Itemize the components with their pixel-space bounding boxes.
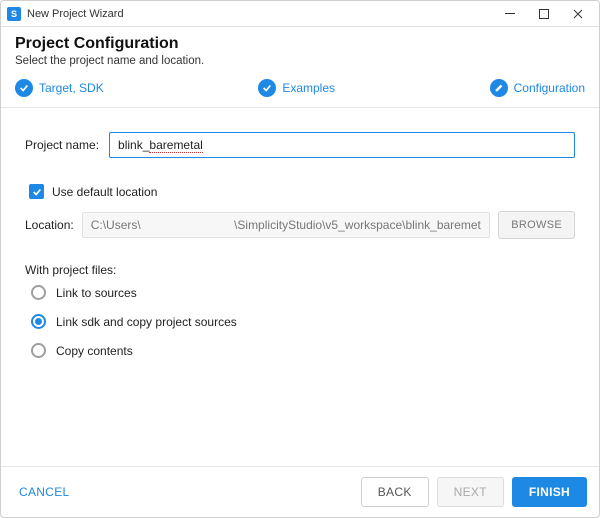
radio-label: Link sdk and copy project sources xyxy=(56,315,237,329)
radio-copy-contents[interactable]: Copy contents xyxy=(31,343,575,358)
step-label: Configuration xyxy=(514,81,585,95)
step-label: Examples xyxy=(282,81,335,95)
project-name-value-suffix: baremetal xyxy=(149,138,202,153)
check-circle-icon xyxy=(258,79,276,97)
project-name-row: Project name: blink_baremetal xyxy=(25,132,575,158)
radio-link-sdk-copy-sources[interactable]: Link sdk and copy project sources xyxy=(31,314,575,329)
step-target-sdk[interactable]: Target, SDK xyxy=(15,79,104,97)
page-title: Project Configuration xyxy=(15,35,585,53)
window-maximize-button[interactable] xyxy=(527,2,561,26)
radio-label: Copy contents xyxy=(56,344,133,358)
pencil-circle-icon xyxy=(490,79,508,97)
step-configuration[interactable]: Configuration xyxy=(490,79,585,97)
page-header: Project Configuration Select the project… xyxy=(1,27,599,77)
content-area: Project name: blink_baremetal Use defaul… xyxy=(1,108,599,466)
wizard-footer: CANCEL BACK NEXT FINISH xyxy=(1,466,599,517)
location-row: Location: BROWSE xyxy=(25,211,575,239)
back-button[interactable]: BACK xyxy=(361,477,429,507)
finish-button[interactable]: FINISH xyxy=(512,477,587,507)
window-close-button[interactable] xyxy=(561,2,595,26)
browse-button: BROWSE xyxy=(498,211,575,239)
project-files-title: With project files: xyxy=(25,263,575,277)
location-input xyxy=(82,212,491,238)
page-subtitle: Select the project name and location. xyxy=(15,55,585,67)
app-icon: S xyxy=(7,7,21,21)
use-default-location-checkbox[interactable] xyxy=(29,184,44,199)
project-name-input[interactable]: blink_baremetal xyxy=(109,132,575,158)
use-default-location-row: Use default location xyxy=(29,184,575,199)
project-name-label: Project name: xyxy=(25,138,99,152)
step-examples[interactable]: Examples xyxy=(258,79,335,97)
window-titlebar: S New Project Wizard xyxy=(1,1,599,27)
radio-link-to-sources[interactable]: Link to sources xyxy=(31,285,575,300)
radio-label: Link to sources xyxy=(56,286,137,300)
project-name-value-prefix: blink xyxy=(118,138,143,152)
check-circle-icon xyxy=(15,79,33,97)
location-label: Location: xyxy=(25,218,74,232)
project-files-radio-group: Link to sources Link sdk and copy projec… xyxy=(31,285,575,358)
window-minimize-button[interactable] xyxy=(493,2,527,26)
cancel-button[interactable]: CANCEL xyxy=(13,485,75,499)
window-title: New Project Wizard xyxy=(27,8,493,20)
wizard-window: S New Project Wizard Project Configurati… xyxy=(0,0,600,518)
radio-icon xyxy=(31,285,46,300)
radio-icon xyxy=(31,314,46,329)
radio-icon xyxy=(31,343,46,358)
step-label: Target, SDK xyxy=(39,81,104,95)
use-default-location-label: Use default location xyxy=(52,185,157,199)
next-button: NEXT xyxy=(437,477,504,507)
wizard-steps: Target, SDK Examples Configuration xyxy=(1,77,599,107)
